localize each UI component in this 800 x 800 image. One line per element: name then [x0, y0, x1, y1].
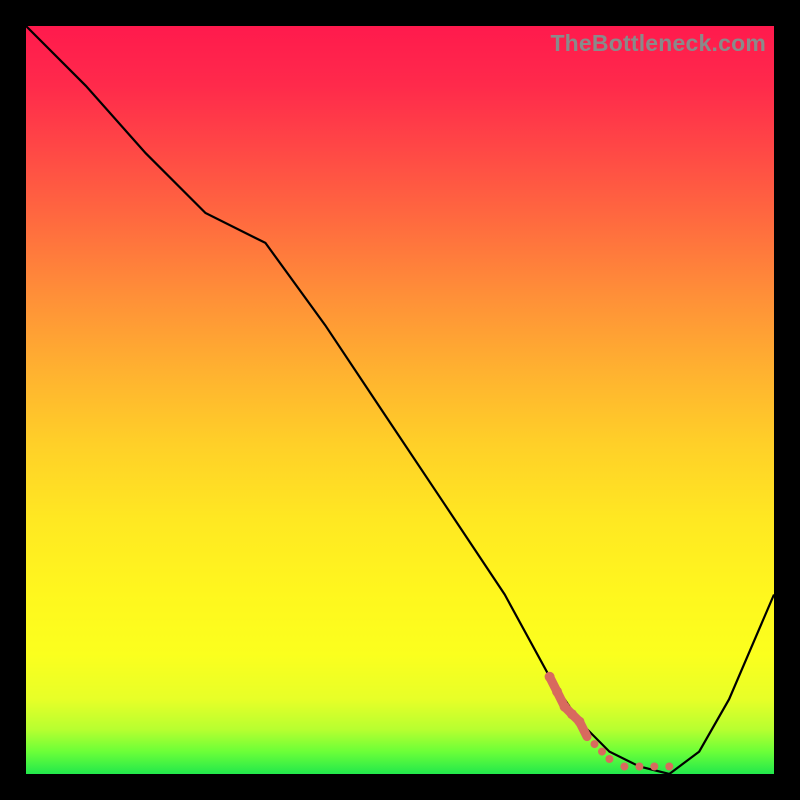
- chart-svg: [26, 26, 774, 774]
- watermark-text: TheBottleneck.com: [550, 30, 766, 57]
- highlight-dots: [545, 672, 674, 771]
- plot-area: TheBottleneck.com: [26, 26, 774, 774]
- chart-frame: TheBottleneck.com: [0, 0, 800, 800]
- curve-path: [26, 26, 774, 774]
